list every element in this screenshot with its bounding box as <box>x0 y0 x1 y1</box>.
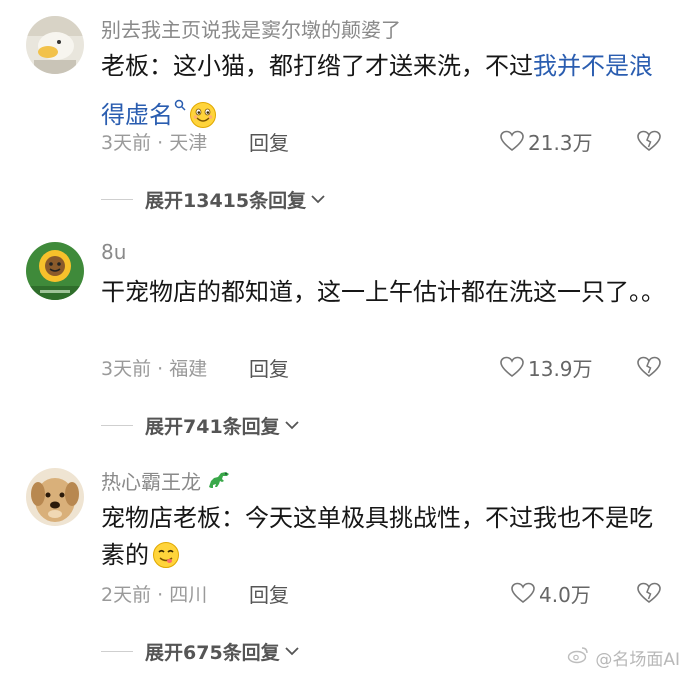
dislike-broken-heart-icon[interactable] <box>637 582 661 608</box>
expand-replies-button[interactable]: 展开13415条回复 <box>101 186 326 213</box>
like-count: 21.3万 <box>528 131 593 155</box>
avatar[interactable] <box>26 242 84 300</box>
time-location: 3天前 · 天津 <box>101 132 208 154</box>
like-heart-icon[interactable] <box>500 130 524 156</box>
reply-button[interactable]: 回复 <box>249 353 289 382</box>
like-count: 13.9万 <box>528 357 593 381</box>
avatar[interactable] <box>26 468 84 526</box>
watermark: @名场面AI <box>567 645 680 670</box>
avatar[interactable] <box>26 16 84 74</box>
time-location: 3天前 · 福建 <box>101 358 208 380</box>
weibo-logo-icon <box>567 646 589 669</box>
time-location: 2天前 · 四川 <box>101 584 208 606</box>
expand-replies-button[interactable]: 展开675条回复 <box>101 638 300 665</box>
divider-line <box>101 425 133 426</box>
comment-text: 宠物店老板：今天这单极具挑战性，不过我也不是吃素的 <box>101 500 666 580</box>
comment-item: 8u 干宠物店的都知道，这一上午估计都在洗这一只了。。 3天前 · 福建 回复 … <box>0 240 690 466</box>
search-icon[interactable] <box>174 85 186 122</box>
expand-replies-button[interactable]: 展开741条回复 <box>101 412 300 439</box>
divider-line <box>101 199 133 200</box>
comment-text: 干宠物店的都知道，这一上午估计都在洗这一只了。。 <box>101 278 665 306</box>
dislike-broken-heart-icon[interactable] <box>637 130 661 156</box>
yum-face-emoji <box>152 541 180 580</box>
reply-button[interactable]: 回复 <box>249 579 289 608</box>
expand-replies-label: 展开675条回复 <box>145 642 280 664</box>
comment-item: 别去我主页说我是窦尔墩的颠婆了 老板：这小猫，都打绺了才送来洗，不过我并不是浪得… <box>0 14 690 240</box>
username[interactable]: 8u <box>101 240 126 264</box>
chevron-down-icon <box>310 190 326 209</box>
chevron-down-icon <box>284 416 300 435</box>
divider-line <box>101 651 133 652</box>
like-heart-icon[interactable] <box>500 356 524 382</box>
username[interactable]: 热心霸王龙 <box>101 466 231 496</box>
reply-button[interactable]: 回复 <box>249 127 289 156</box>
dinosaur-emoji <box>205 469 231 496</box>
like-count: 4.0万 <box>539 583 591 607</box>
username[interactable]: 别去我主页说我是窦尔墩的颠婆了 <box>101 14 401 43</box>
expand-replies-label: 展开13415条回复 <box>145 190 307 212</box>
chevron-down-icon <box>284 642 300 661</box>
like-heart-icon[interactable] <box>511 582 535 608</box>
dislike-broken-heart-icon[interactable] <box>637 356 661 382</box>
expand-replies-label: 展开741条回复 <box>145 416 280 438</box>
watermark-text: @名场面AI <box>595 650 680 670</box>
